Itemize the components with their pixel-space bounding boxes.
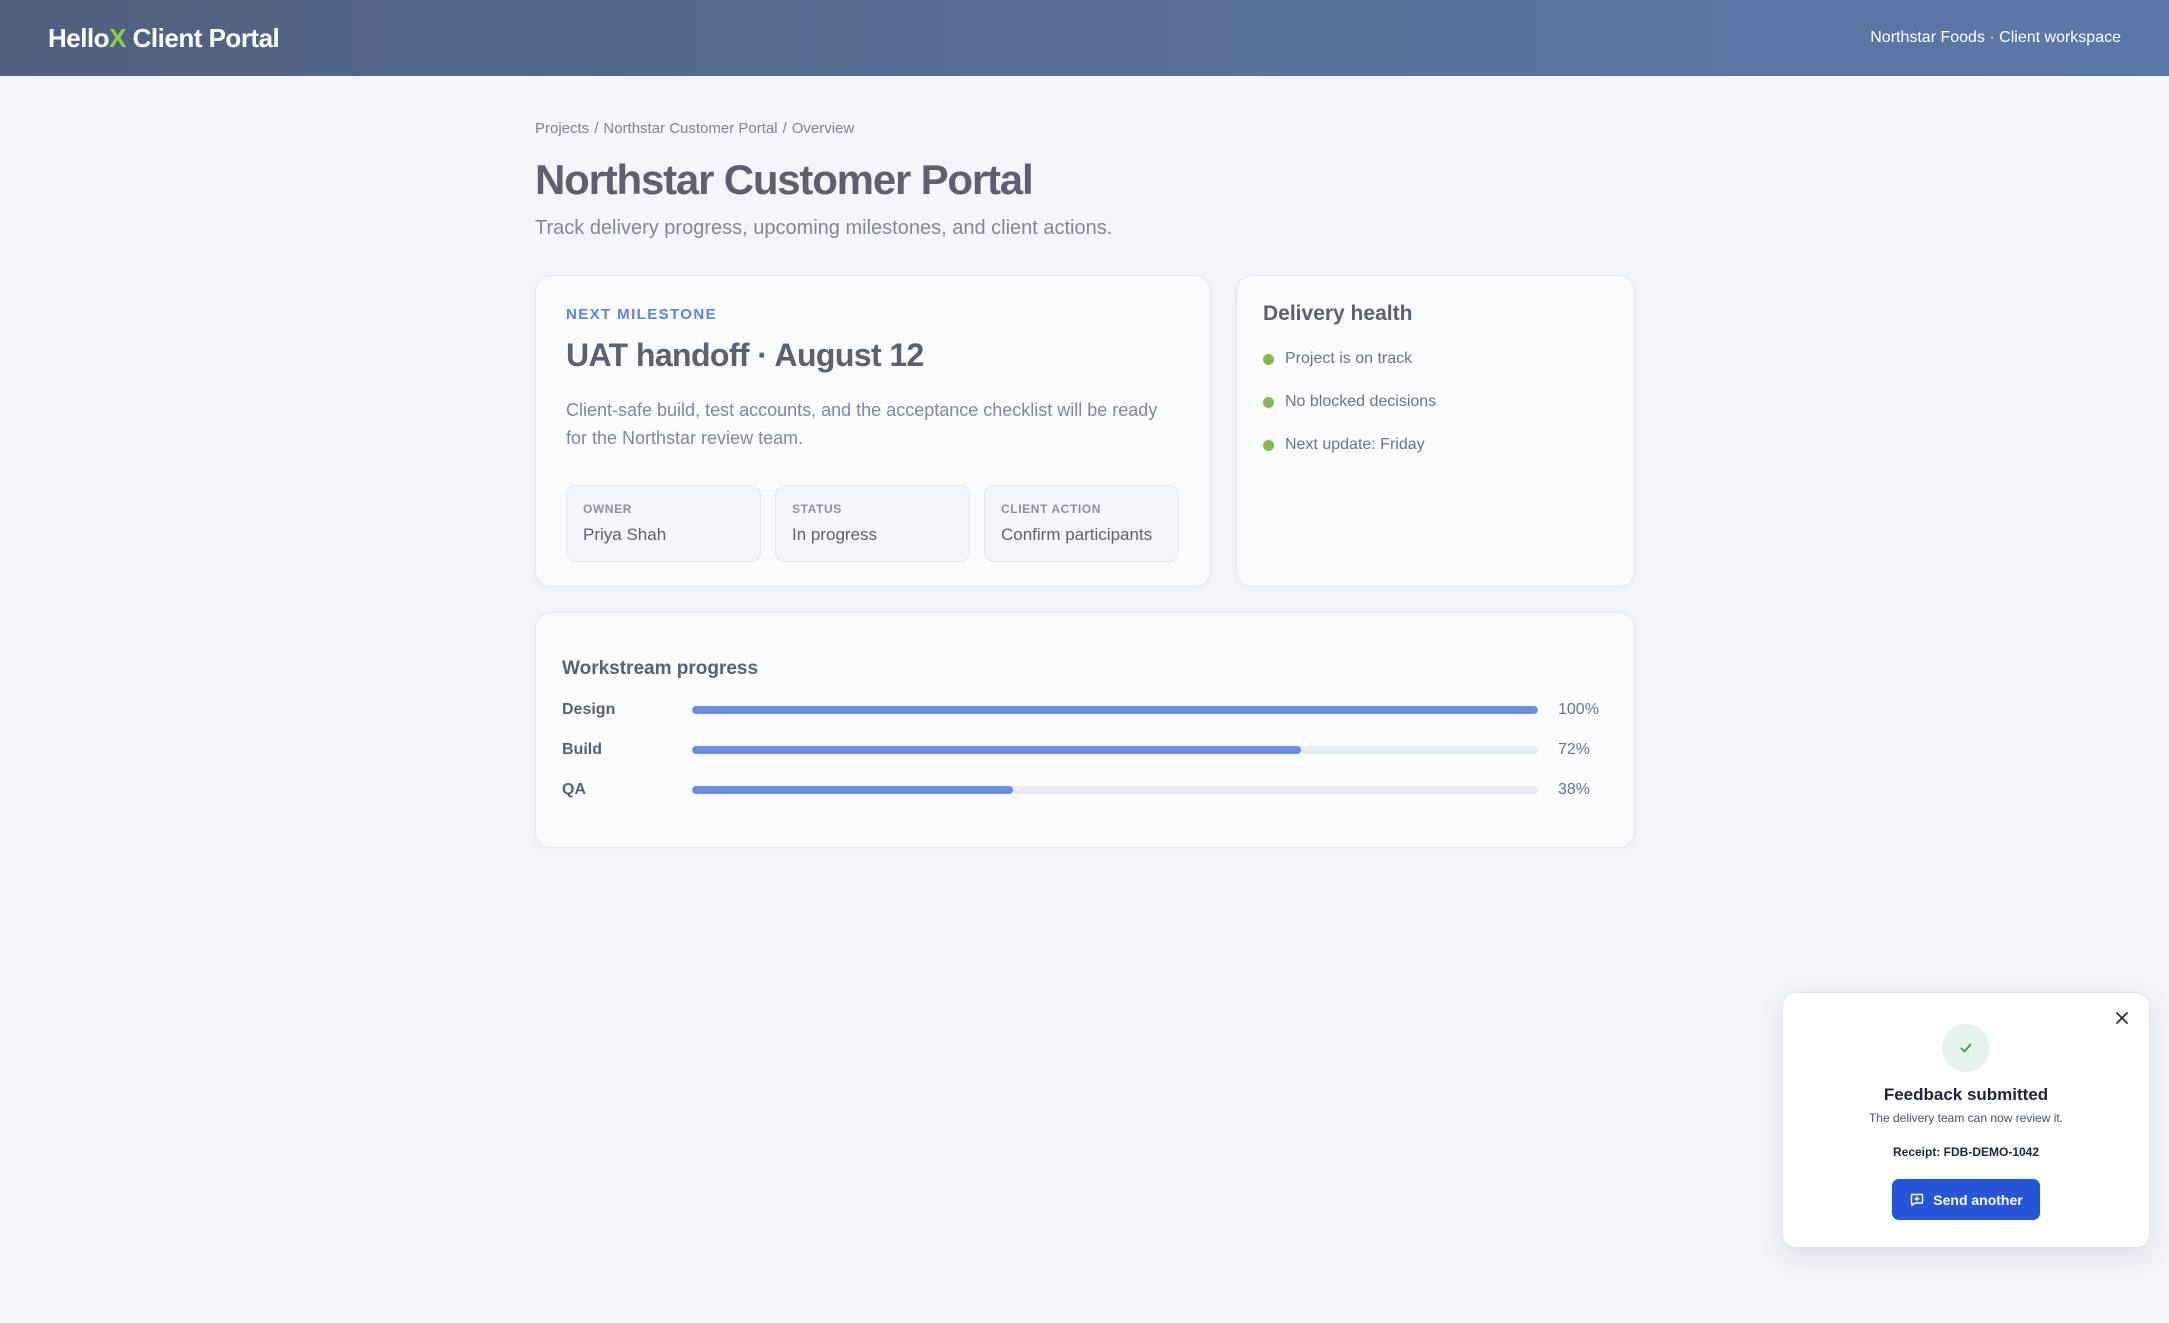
milestone-title: UAT handoff · August 12 — [566, 337, 924, 374]
health-item-label: Next update: Friday — [1285, 436, 1425, 454]
meta-owner: OWNER Priya Shah — [566, 485, 761, 563]
milestone-description: Client-safe build, test accounts, and th… — [566, 400, 1158, 449]
toast-subtitle: The delivery team can now review it. — [1868, 1111, 2064, 1125]
brand-suffix: Client Portal — [125, 22, 280, 53]
breadcrumb-projects[interactable]: Projects — [535, 120, 589, 137]
progress-fill — [692, 786, 1014, 795]
send-another-label: Send another — [1933, 1191, 2023, 1208]
progress-fill — [692, 746, 1302, 755]
progress-row-design: Design 100% — [562, 700, 1608, 720]
brand-logo[interactable]: HelloX Client Portal — [48, 22, 280, 54]
status-dot-icon — [1263, 353, 1274, 365]
close-icon[interactable] — [2111, 1007, 2133, 1029]
summary-row: NEXT MILESTONE UAT handoff · August 12 C… — [535, 275, 1635, 588]
health-item: No blocked decisions — [1263, 393, 1608, 411]
progress-percent: 38% — [1558, 781, 1591, 799]
milestone-meta: OWNER Priya Shah STATUS In progress CLIE… — [566, 485, 1180, 563]
progress-fill — [692, 706, 1538, 715]
breadcrumb: Projects / Northstar Customer Portal / Overv… — [535, 120, 1635, 137]
progress-track — [692, 706, 1538, 715]
message-plus-icon — [1909, 1192, 1925, 1208]
breadcrumb-separator: / — [782, 120, 787, 137]
send-another-button[interactable]: Send another — [1892, 1179, 2040, 1220]
meta-label: CLIENT ACTION — [1001, 502, 1102, 517]
meta-value: Priya Shah — [583, 525, 667, 545]
brand-prefix: Hello — [48, 22, 110, 53]
check-icon — [1942, 1024, 1990, 1072]
breadcrumb-current: Overview — [791, 120, 855, 137]
progress-track — [692, 786, 1538, 795]
progress-row-qa: QA 38% — [562, 780, 1608, 800]
meta-value: In progress — [792, 525, 878, 545]
milestone-card: NEXT MILESTONE UAT handoff · August 12 C… — [535, 275, 1211, 588]
brand-x: X — [109, 22, 126, 53]
meta-label: STATUS — [792, 502, 842, 517]
workstream-progress-title: Workstream progress — [562, 658, 759, 680]
delivery-health-card: Delivery health Project is on track No b… — [1236, 275, 1635, 588]
delivery-health-title: Delivery health — [1263, 302, 1413, 326]
breadcrumb-separator: / — [594, 120, 599, 137]
progress-percent: 72% — [1558, 741, 1591, 759]
top-navbar: HelloX Client Portal Northstar Foods · C… — [0, 0, 2169, 76]
progress-label: QA — [562, 781, 586, 799]
health-item-label: Project is on track — [1285, 350, 1413, 368]
milestone-eyebrow: NEXT MILESTONE — [566, 306, 718, 324]
page-subtitle: Track delivery progress, upcoming milest… — [535, 217, 1113, 240]
toast-title: Feedback submitted — [1883, 1085, 2049, 1104]
health-item: Next update: Friday — [1263, 436, 1608, 454]
meta-label: OWNER — [583, 502, 632, 517]
delivery-health-list: Project is on track No blocked decisions… — [1263, 350, 1608, 454]
health-item: Project is on track — [1263, 350, 1608, 368]
meta-status: STATUS In progress — [775, 485, 970, 563]
progress-label: Build — [562, 741, 602, 759]
progress-row-build: Build 72% — [562, 740, 1608, 760]
breadcrumb-project[interactable]: Northstar Customer Portal — [603, 120, 777, 137]
toast-receipt: Receipt: FDB-DEMO-1042 — [1892, 1145, 2040, 1159]
main-content: Projects / Northstar Customer Portal / Overv… — [535, 120, 1635, 849]
page-title: Northstar Customer Portal — [535, 156, 1034, 203]
progress-label: Design — [562, 701, 616, 719]
meta-value: Confirm participants — [1001, 525, 1153, 545]
feedback-toast: Feedback submitted The delivery team can… — [1782, 992, 2150, 1248]
status-dot-icon — [1263, 439, 1274, 451]
progress-percent: 100% — [1558, 701, 1599, 719]
status-dot-icon — [1263, 396, 1274, 408]
meta-client-action: CLIENT ACTION Confirm participants — [984, 485, 1179, 563]
workstream-progress-card: Workstream progress Design 100% Build 72… — [535, 612, 1635, 849]
workspace-label: Northstar Foods · Client workspace — [1870, 29, 2121, 46]
health-item-label: No blocked decisions — [1285, 393, 1437, 411]
progress-track — [692, 746, 1538, 755]
